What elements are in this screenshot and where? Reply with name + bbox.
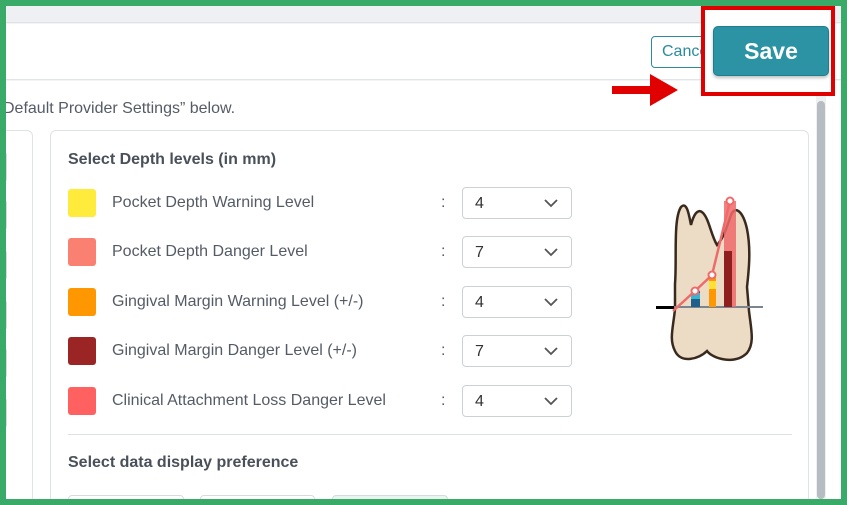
scrollbar-thumb[interactable] <box>817 101 825 499</box>
color-swatch <box>68 387 96 415</box>
left-input-field[interactable] <box>6 397 7 429</box>
depth-row-gingival-danger: Gingival Margin Danger Level (+/-) : 7 <box>68 335 572 367</box>
depth-row-attachment-loss: Clinical Attachment Loss Danger Level : … <box>68 385 572 417</box>
left-input-field[interactable] <box>6 151 7 183</box>
left-input-field[interactable] <box>6 347 7 379</box>
tooth-diagram-icon <box>656 196 763 361</box>
app-window: Cancel Default Provider Settings” below.… <box>6 6 841 499</box>
save-button[interactable]: Save <box>713 26 829 76</box>
row-label: Gingival Margin Danger Level (+/-) <box>112 342 357 359</box>
left-input-field[interactable] <box>6 299 7 331</box>
chevron-down-icon <box>544 347 558 356</box>
depth-row-gingival-warning: Gingival Margin Warning Level (+/-) : 4 <box>68 286 572 318</box>
display-section-title: Select data display preference <box>68 454 299 471</box>
display-option-button[interactable] <box>68 495 184 499</box>
row-separator: : <box>441 243 446 260</box>
color-swatch <box>68 288 96 316</box>
left-settings-panel <box>6 130 33 499</box>
color-swatch <box>68 337 96 365</box>
vertical-scrollbar[interactable] <box>816 95 826 499</box>
gingival-danger-select[interactable]: 7 <box>462 335 572 367</box>
row-label: Gingival Margin Warning Level (+/-) <box>112 293 364 310</box>
row-separator: : <box>441 392 446 409</box>
attachment-loss-select[interactable]: 4 <box>462 385 572 417</box>
depth-row-pocket-warning: Pocket Depth Warning Level : 4 <box>68 187 572 219</box>
select-value: 4 <box>475 393 484 410</box>
select-value: 4 <box>475 195 484 212</box>
chevron-down-icon <box>544 248 558 257</box>
chevron-down-icon <box>544 397 558 406</box>
select-value: 4 <box>475 294 484 311</box>
left-input-field[interactable] <box>6 199 7 231</box>
gingival-warning-select[interactable]: 4 <box>462 286 572 318</box>
settings-content: Default Provider Settings” below. Select… <box>6 81 841 499</box>
save-highlight-box: Save <box>701 6 835 96</box>
color-swatch <box>68 238 96 266</box>
display-option-button[interactable] <box>332 495 448 499</box>
pocket-danger-select[interactable]: 7 <box>462 236 572 268</box>
arrow-right-icon <box>612 74 678 106</box>
select-value: 7 <box>475 343 484 360</box>
section-divider <box>68 434 792 435</box>
row-separator: : <box>441 342 446 359</box>
pocket-warning-select[interactable]: 4 <box>462 187 572 219</box>
row-label: Pocket Depth Warning Level <box>112 194 315 211</box>
select-value: 7 <box>475 244 484 261</box>
row-separator: : <box>441 293 446 310</box>
display-option-button[interactable] <box>200 495 315 499</box>
chevron-down-icon <box>544 298 558 307</box>
depth-row-pocket-danger: Pocket Depth Danger Level : 7 <box>68 236 572 268</box>
depth-section-title: Select Depth levels (in mm) <box>68 151 277 168</box>
left-input-field[interactable] <box>6 249 7 281</box>
depth-levels-panel: Select Depth levels (in mm) Pocket Depth… <box>50 130 809 499</box>
row-label: Pocket Depth Danger Level <box>112 243 308 260</box>
intro-text: Default Provider Settings” below. <box>6 100 236 117</box>
row-separator: : <box>441 194 446 211</box>
row-label: Clinical Attachment Loss Danger Level <box>112 392 386 409</box>
color-swatch <box>68 189 96 217</box>
chevron-down-icon <box>544 199 558 208</box>
